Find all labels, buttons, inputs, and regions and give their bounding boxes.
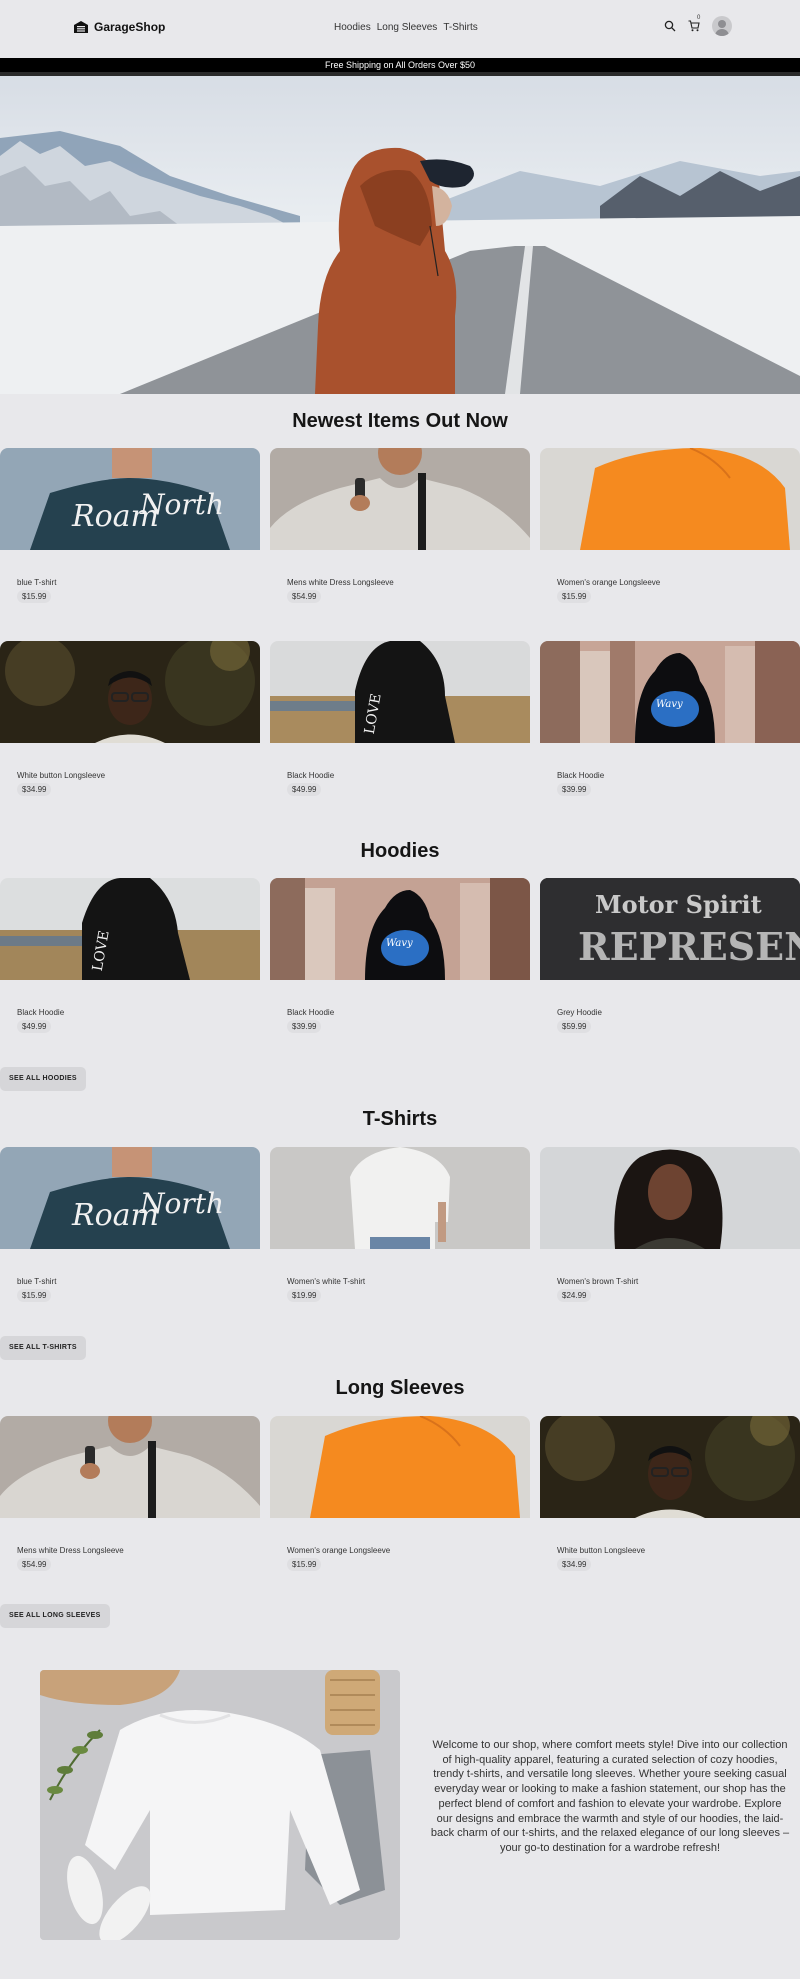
product-card[interactable]: Mens white Dress Longsleeve $54.99 <box>0 1416 260 1576</box>
product-card[interactable]: Roam North blue T-shirt $15.99 <box>0 448 260 608</box>
product-card[interactable]: Motor Spirit REPRESENT Grey Hoodie $59.9… <box>540 878 800 1038</box>
product-name: Women's white T-shirt <box>287 1277 366 1286</box>
section-title-longsleeves: Long Sleeves <box>335 1377 465 1399</box>
cart-button[interactable]: 0 <box>688 15 700 32</box>
product-price: $15.99 <box>557 590 592 603</box>
promo-image <box>40 1670 400 1940</box>
product-card[interactable]: Roam North blue T-shirt $15.99 <box>0 1147 260 1307</box>
product-card[interactable]: LOVE Black Hoodie $49.99 <box>0 878 260 1038</box>
product-image <box>270 448 530 550</box>
svg-text:REPRESENT: REPRESENT <box>578 924 800 969</box>
svg-text:Wavy: Wavy <box>386 938 413 949</box>
product-card[interactable]: White button Longsleeve $34.99 <box>540 1416 800 1576</box>
product-price: $15.99 <box>17 590 52 603</box>
product-name: Grey Hoodie <box>557 1008 602 1017</box>
svg-text:North: North <box>139 488 224 521</box>
product-image: Motor Spirit REPRESENT <box>540 878 800 980</box>
product-name: Mens white Dress Longsleeve <box>287 578 394 587</box>
product-price: $15.99 <box>287 1558 322 1571</box>
svg-text:North: North <box>139 1187 224 1220</box>
logo-text: GarageShop <box>94 20 166 34</box>
welcome-text: Welcome to our shop, where comfort meets… <box>430 1739 790 1854</box>
product-card[interactable]: Women's orange Longsleeve $15.99 <box>540 448 800 608</box>
search-icon[interactable] <box>664 20 676 32</box>
product-image <box>270 1147 530 1249</box>
product-price: $54.99 <box>287 590 322 603</box>
garage-logo-icon <box>74 21 88 33</box>
product-image <box>540 1416 800 1518</box>
svg-text:Wavy: Wavy <box>656 699 683 710</box>
product-name: White button Longsleeve <box>557 1546 646 1555</box>
see-all-hoodies-button[interactable]: SEE ALL HOODIES <box>0 1067 86 1091</box>
product-name: Women's brown T-shirt <box>557 1277 639 1286</box>
nav-link-long-sleeves[interactable]: Long Sleeves <box>377 22 438 33</box>
product-price: $39.99 <box>557 783 592 796</box>
product-name: blue T-shirt <box>17 578 57 587</box>
svg-text:Motor Spirit: Motor Spirit <box>595 890 762 919</box>
product-price: $15.99 <box>17 1289 52 1302</box>
product-price: $49.99 <box>287 783 322 796</box>
product-image <box>0 1416 260 1518</box>
product-image: Wavy <box>540 641 800 743</box>
product-card[interactable]: Women's brown T-shirt $24.99 <box>540 1147 800 1307</box>
product-card[interactable]: Women's orange Longsleeve $15.99 <box>270 1416 530 1576</box>
product-price: $34.99 <box>557 1558 592 1571</box>
section-title-hoodies: Hoodies <box>360 840 440 862</box>
header-actions: 0 <box>664 15 732 36</box>
product-name: White button Longsleeve <box>17 771 106 780</box>
nav-link-t-shirts[interactable]: T-Shirts <box>443 22 477 33</box>
site-header: GarageShop Hoodies Long Sleeves T-Shirts… <box>0 0 800 58</box>
product-card[interactable]: LOVE Black Hoodie $49.99 <box>270 641 530 801</box>
see-all-longsleeves-button[interactable]: SEE ALL LONG SLEEVES <box>0 1604 110 1628</box>
user-avatar-icon[interactable] <box>712 16 732 36</box>
site-logo[interactable]: GarageShop <box>74 20 165 34</box>
product-image: Roam North <box>0 448 260 550</box>
product-price: $54.99 <box>17 1558 52 1571</box>
product-image <box>0 641 260 743</box>
section-title-newest: Newest Items Out Now <box>292 410 508 432</box>
see-all-tshirts-button[interactable]: SEE ALL T-SHIRTS <box>0 1336 86 1360</box>
product-card[interactable]: Wavy Black Hoodie $39.99 <box>540 641 800 801</box>
hero-image <box>0 76 800 394</box>
product-image <box>540 448 800 550</box>
product-price: $49.99 <box>17 1020 52 1033</box>
product-card[interactable]: Mens white Dress Longsleeve $54.99 <box>270 448 530 608</box>
product-price: $19.99 <box>287 1289 322 1302</box>
main-nav: Hoodies Long Sleeves T-Shirts <box>334 22 478 33</box>
product-price: $34.99 <box>17 783 52 796</box>
product-name: blue T-shirt <box>17 1277 57 1286</box>
product-image: LOVE <box>0 878 260 980</box>
product-name: Black Hoodie <box>17 1008 65 1017</box>
product-image <box>540 1147 800 1249</box>
announcement-bar: Free Shipping on All Orders Over $50 <box>0 58 800 76</box>
cart-count-badge: 0 <box>697 15 701 21</box>
product-card[interactable]: White button Longsleeve $34.99 <box>0 641 260 801</box>
product-card[interactable]: Women's white T-shirt $19.99 <box>270 1147 530 1307</box>
product-name: Black Hoodie <box>557 771 605 780</box>
nav-link-hoodies[interactable]: Hoodies <box>334 22 371 33</box>
product-image: Wavy <box>270 878 530 980</box>
product-image: Roam North <box>0 1147 260 1249</box>
cart-icon <box>688 20 700 32</box>
product-price: $24.99 <box>557 1289 592 1302</box>
section-title-tshirts: T-Shirts <box>362 1108 438 1130</box>
product-price: $39.99 <box>287 1020 322 1033</box>
product-name: Black Hoodie <box>287 771 335 780</box>
hero-illustration <box>0 76 800 394</box>
product-image <box>270 1416 530 1518</box>
product-name: Women's orange Longsleeve <box>557 578 661 587</box>
product-image: LOVE <box>270 641 530 743</box>
product-price: $59.99 <box>557 1020 592 1033</box>
product-card[interactable]: Wavy Black Hoodie $39.99 <box>270 878 530 1038</box>
product-name: Black Hoodie <box>287 1008 335 1017</box>
product-name: Mens white Dress Longsleeve <box>17 1546 124 1555</box>
product-name: Women's orange Longsleeve <box>287 1546 391 1555</box>
